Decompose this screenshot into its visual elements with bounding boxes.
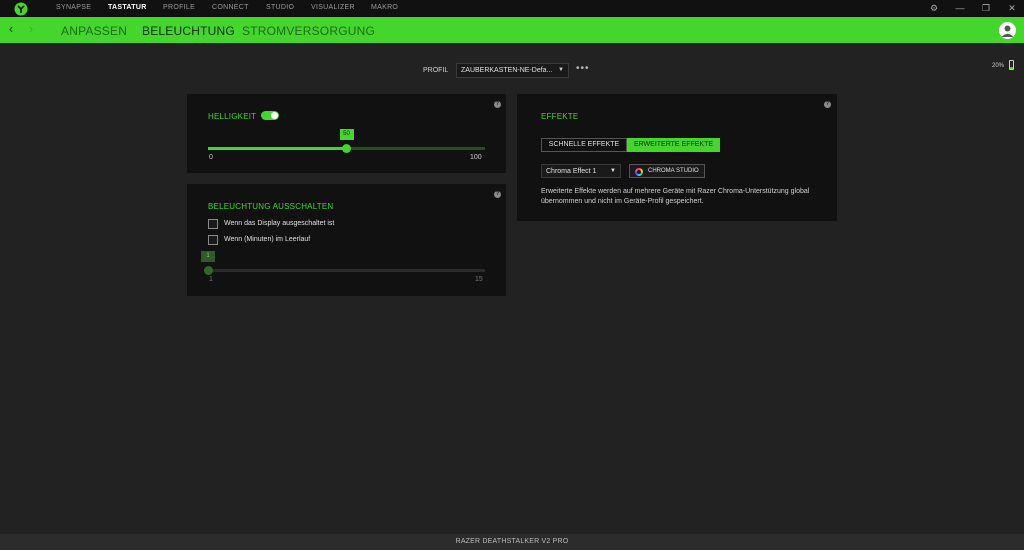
- profile-dropdown[interactable]: ZAUBERKASTEN-NE-Defa... ▼: [456, 63, 569, 78]
- close-icon[interactable]: ✕: [1005, 2, 1019, 15]
- idle-min-label: 1: [209, 276, 213, 283]
- chevron-down-icon: ▼: [558, 67, 564, 73]
- idle-max-label: 15: [475, 276, 483, 283]
- minimize-icon[interactable]: —: [953, 2, 967, 15]
- footer-bar: RAZER DEATHSTALKER V2 PRO: [0, 534, 1024, 550]
- idle-label: Wenn (Minuten) im Leerlauf: [224, 236, 311, 243]
- nav-tastatur[interactable]: TASTATUR: [108, 4, 147, 11]
- profile-label: PROFIL: [423, 67, 449, 74]
- nav-makro[interactable]: MAKRO: [371, 4, 398, 11]
- advanced-effects-tab[interactable]: ERWEITERTE EFFEKTE: [627, 138, 720, 152]
- display-off-checkbox[interactable]: [208, 219, 218, 229]
- brightness-min-label: 0: [209, 154, 213, 161]
- toggle-knob: [271, 112, 278, 119]
- back-arrow-icon[interactable]: ‹: [5, 22, 17, 36]
- brightness-value-bubble: 50: [339, 129, 354, 140]
- profile-value: ZAUBERKASTEN-NE-Defa...: [461, 67, 553, 74]
- idle-value-bubble: 1: [201, 251, 215, 262]
- battery-icon: [1009, 60, 1014, 70]
- brightness-max-label: 100: [470, 154, 482, 161]
- tab-beleuchtung[interactable]: BELEUCHTUNG: [142, 24, 235, 38]
- help-icon[interactable]: ?: [494, 101, 501, 108]
- nav-studio[interactable]: STUDIO: [266, 4, 294, 11]
- nav-synapse[interactable]: SYNAPSE: [56, 4, 91, 11]
- user-avatar-icon[interactable]: [999, 22, 1016, 39]
- more-options-icon[interactable]: •••: [576, 64, 590, 74]
- forward-arrow-icon[interactable]: ›: [25, 22, 37, 36]
- tab-anpassen[interactable]: ANPASSEN: [61, 24, 127, 38]
- lights-off-title: BELEUCHTUNG AUSSCHALTEN: [208, 202, 334, 211]
- chroma-studio-button[interactable]: CHROMA STUDIO: [629, 164, 705, 178]
- idle-slider-track[interactable]: [208, 269, 485, 272]
- chevron-down-icon: ▼: [610, 168, 616, 174]
- device-name: RAZER DEATHSTALKER V2 PRO: [455, 538, 569, 545]
- quick-effects-tab[interactable]: SCHNELLE EFFEKTE: [541, 138, 627, 152]
- nav-profile[interactable]: PROFILE: [163, 4, 195, 11]
- tab-stromversorgung[interactable]: STROMVERSORGUNG: [242, 24, 375, 38]
- settings-gear-icon[interactable]: ⚙: [927, 2, 941, 15]
- idle-checkbox[interactable]: [208, 235, 218, 245]
- sub-navigation-bar: ‹ › ANPASSEN BELEUCHTUNG STROMVERSORGUNG: [0, 17, 1024, 43]
- effect-value: Chroma Effect 1: [546, 168, 597, 175]
- chroma-studio-label: CHROMA STUDIO: [648, 168, 699, 174]
- display-off-label: Wenn das Display ausgeschaltet ist: [224, 220, 335, 227]
- help-icon[interactable]: ?: [494, 191, 501, 198]
- battery-level-fill: [1010, 67, 1013, 69]
- brightness-slider-thumb[interactable]: [342, 144, 351, 153]
- nav-connect[interactable]: CONNECT: [212, 4, 249, 11]
- razer-logo-icon[interactable]: [14, 2, 28, 16]
- brightness-slider-fill: [208, 147, 347, 150]
- idle-slider-thumb[interactable]: [203, 266, 213, 275]
- effects-description: Erweiterte Effekte werden auf mehrere Ge…: [541, 188, 810, 205]
- brightness-title: HELLIGKEIT: [208, 112, 257, 121]
- restore-icon[interactable]: ❐: [979, 2, 993, 15]
- top-navigation-bar: SYNAPSE TASTATUR PROFILE CONNECT STUDIO …: [0, 0, 1024, 17]
- effect-dropdown[interactable]: Chroma Effect 1 ▼: [541, 164, 621, 178]
- chroma-logo-icon: [635, 168, 643, 176]
- nav-visualizer[interactable]: VISUALIZER: [311, 4, 355, 11]
- battery-percentage: 20%: [992, 63, 1005, 69]
- effects-title: EFFEKTE: [541, 112, 579, 121]
- brightness-toggle[interactable]: [261, 111, 279, 120]
- help-icon[interactable]: ?: [824, 101, 831, 108]
